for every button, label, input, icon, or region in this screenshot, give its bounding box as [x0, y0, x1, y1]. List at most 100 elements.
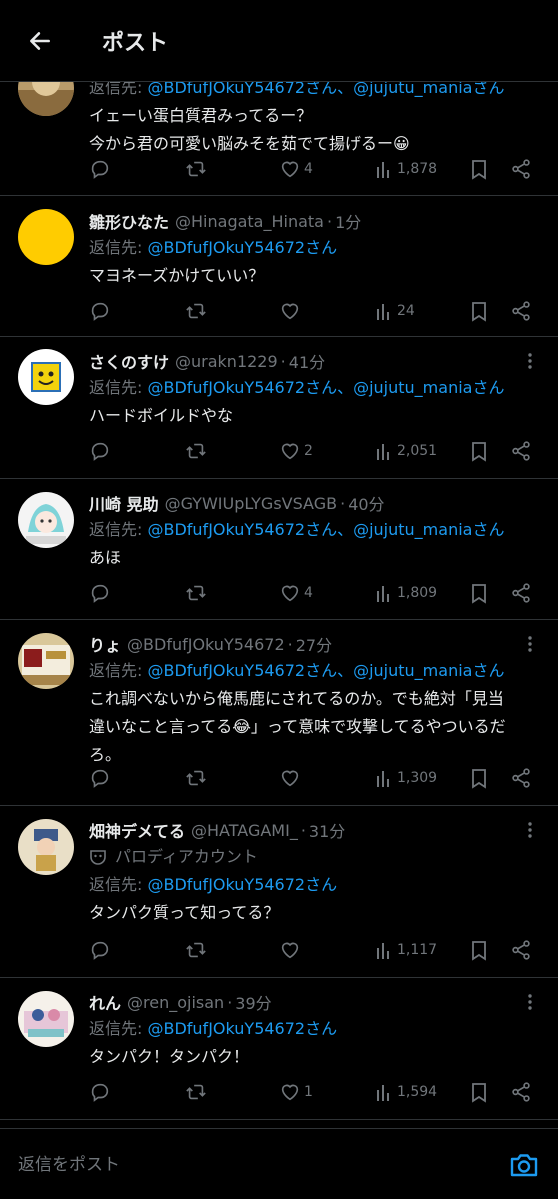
bookmark-button[interactable] [469, 154, 489, 184]
reply-button[interactable] [89, 154, 111, 184]
post-header: さくのすけ @urakn1229 · 41分 [89, 348, 538, 374]
like-button[interactable]: 4 [279, 578, 313, 608]
post-text: ハードボイルドやな [89, 406, 234, 425]
post-time[interactable]: 39分 [235, 990, 271, 1014]
views-button[interactable]: 1,878 [374, 154, 437, 184]
bookmark-button[interactable] [469, 296, 489, 326]
like-count: 1 [304, 1084, 313, 1100]
reply-icon [91, 769, 109, 788]
views-button[interactable]: 1,594 [374, 1077, 437, 1107]
repost-button[interactable] [185, 1077, 207, 1107]
reply-button[interactable] [89, 1077, 111, 1107]
reply-context: 返信先: @BDfufJOkuY54672さん [89, 875, 338, 894]
views-button[interactable]: 24 [374, 296, 415, 326]
repost-button[interactable] [185, 154, 207, 184]
share-button[interactable] [510, 436, 532, 466]
avatar[interactable] [18, 492, 74, 548]
reply-button[interactable] [89, 436, 111, 466]
share-button[interactable] [510, 296, 532, 326]
reply-mention-link[interactable]: @BDfufJOkuY54672さん [147, 1019, 337, 1038]
bookmark-button[interactable] [469, 436, 489, 466]
repost-button[interactable] [185, 296, 207, 326]
like-button[interactable] [279, 296, 304, 326]
post-time[interactable]: 40分 [348, 491, 384, 515]
user-handle[interactable]: @BDfufJOkuY54672 [127, 635, 285, 654]
repost-button[interactable] [185, 578, 207, 608]
views-button[interactable]: 2,051 [374, 436, 437, 466]
reply-button[interactable] [89, 578, 111, 608]
user-handle[interactable]: @GYWIUpLYGsVSAGB [165, 494, 338, 513]
post-time[interactable]: 27分 [296, 632, 332, 656]
like-button[interactable]: 4 [279, 154, 313, 184]
share-button[interactable] [510, 578, 532, 608]
views-button[interactable]: 1,809 [374, 578, 437, 608]
post-time[interactable]: 1分 [335, 209, 361, 233]
bookmark-button[interactable] [469, 1077, 489, 1107]
reply-mention-link[interactable]: @BDfufJOkuY54672さん、@jujutu_maniaさん [147, 378, 504, 397]
reply-post[interactable]: れん @ren_ojisan · 39分 返信先: @BDfufJOkuY546… [0, 978, 558, 1120]
reply-mention-link[interactable]: @BDfufJOkuY54672さん [147, 238, 337, 257]
views-button[interactable]: 1,309 [374, 763, 437, 793]
back-button[interactable] [0, 0, 80, 82]
views-button[interactable]: 1,117 [374, 935, 437, 965]
bookmark-button[interactable] [469, 763, 489, 793]
avatar[interactable] [18, 819, 74, 875]
reply-post[interactable]: 川崎 晃助 @GYWIUpLYGsVSAGB · 40分 返信先: @BDfuf… [0, 479, 558, 620]
repost-button[interactable] [185, 763, 207, 793]
reply-button[interactable] [89, 296, 111, 326]
display-name[interactable]: 川崎 晃助 [89, 491, 159, 515]
display-name[interactable]: 畑神デメてる [89, 818, 185, 842]
mask-icon [90, 850, 106, 865]
avatar[interactable] [18, 991, 74, 1047]
user-handle[interactable]: @Hinagata_Hinata [175, 212, 324, 231]
view-count: 2,051 [397, 443, 438, 459]
display-name[interactable]: 雛形ひなた [89, 209, 169, 233]
share-button[interactable] [510, 763, 532, 793]
reply-post[interactable]: りょ @BDfufJOkuY54672 · 27分 返信先: @BDfufJOk… [0, 620, 558, 806]
post-header: りょ @BDfufJOkuY54672 · 27分 [89, 631, 538, 657]
reply-post[interactable]: さくのすけ @urakn1229 · 41分 返信先: @BDfufJOkuY5… [0, 337, 558, 479]
reply-mention-link[interactable]: @BDfufJOkuY54672さん、@jujutu_maniaさん [147, 520, 504, 539]
avatar[interactable] [18, 633, 74, 689]
repost-button[interactable] [185, 436, 207, 466]
reply-context: 返信先: @BDfufJOkuY54672さん、@jujutu_maniaさん [89, 520, 505, 539]
reply-mention-link[interactable]: @BDfufJOkuY54672さん、@jujutu_maniaさん [147, 661, 504, 680]
display-name[interactable]: りょ [89, 632, 121, 656]
bookmark-button[interactable] [469, 578, 489, 608]
share-icon [512, 940, 530, 960]
user-handle[interactable]: @urakn1229 [175, 352, 278, 371]
reply-button[interactable] [89, 935, 111, 965]
user-handle[interactable]: @HATAGAMI_ [191, 821, 298, 840]
reply-post[interactable]: 畑神デメてる @HATAGAMI_ · 31分 パロディアカウント 返信先: @… [0, 806, 558, 978]
reply-post[interactable]: 雛形ひなた @Hinagata_Hinata · 1分 返信先: @BDfufJ… [0, 196, 558, 337]
heart-icon [281, 161, 299, 178]
post-header: れん @ren_ojisan · 39分 [89, 989, 538, 1015]
reply-mention-link[interactable]: @BDfufJOkuY54672さん [147, 875, 337, 894]
bookmark-button[interactable] [469, 935, 489, 965]
share-button[interactable] [510, 154, 532, 184]
display-name[interactable]: れん [89, 990, 121, 1014]
repost-button[interactable] [185, 935, 207, 965]
views-chart-icon [377, 304, 389, 320]
reply-button[interactable] [89, 763, 111, 793]
repost-icon [186, 770, 206, 786]
post-time[interactable]: 41分 [289, 349, 325, 373]
bookmark-icon [472, 1083, 486, 1103]
avatar[interactable] [18, 349, 74, 405]
repost-icon [186, 303, 206, 319]
like-button[interactable]: 2 [279, 436, 313, 466]
like-button[interactable]: 1 [279, 1077, 313, 1107]
like-button[interactable] [279, 935, 304, 965]
share-button[interactable] [510, 935, 532, 965]
arrow-left-icon [30, 31, 50, 50]
share-button[interactable] [510, 1077, 532, 1107]
reply-input[interactable] [18, 1151, 478, 1179]
camera-button[interactable] [506, 1149, 542, 1181]
camera-icon [510, 1154, 538, 1177]
user-handle[interactable]: @ren_ojisan [127, 993, 224, 1012]
repost-icon [186, 585, 206, 601]
post-time[interactable]: 31分 [309, 818, 345, 842]
like-button[interactable] [279, 763, 304, 793]
display-name[interactable]: さくのすけ [89, 349, 169, 373]
avatar[interactable] [18, 209, 74, 265]
